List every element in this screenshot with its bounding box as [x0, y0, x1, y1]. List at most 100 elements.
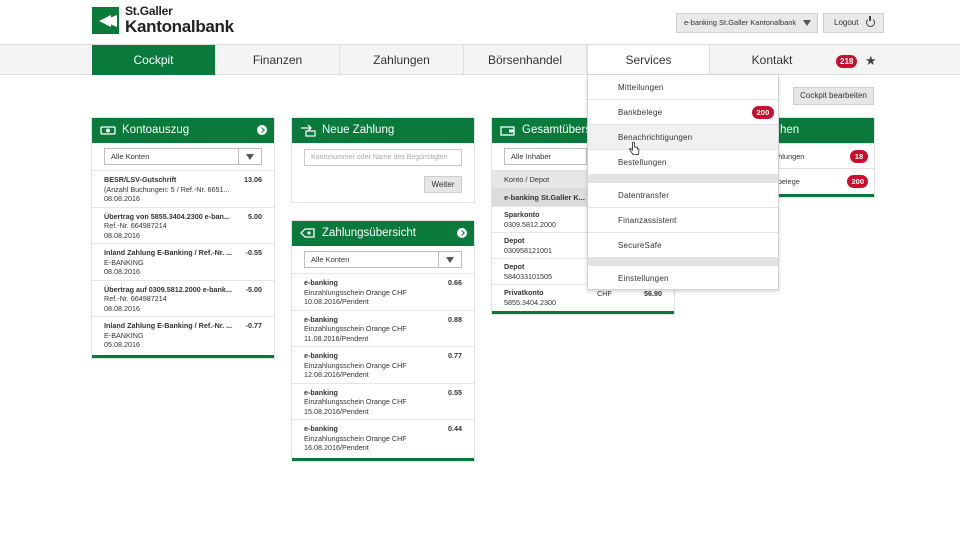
money-icon [100, 126, 116, 135]
nav-kontakt[interactable]: Kontakt [710, 45, 834, 75]
payment-title: e-banking [304, 387, 338, 397]
chevron-down-icon [246, 154, 254, 160]
chevron-down-icon [446, 257, 454, 263]
menu-item-finanzassistent[interactable]: Finanzassistent [588, 208, 778, 233]
bank-logo[interactable]: St.Galler Kantonalbank [92, 5, 234, 35]
payment-title: e-banking [304, 314, 338, 324]
menu-item-label: Einstellungen [618, 274, 669, 283]
kontoauszug-panel: Kontoauszug Alle Konten BESR/LSV-Gutschr… [92, 118, 274, 358]
weiter-button[interactable]: Weiter [424, 176, 462, 193]
messages-badge[interactable]: 218 [836, 55, 858, 68]
payment-detail: Einzahlungsschein Orange CHF [304, 287, 407, 297]
transaction-title: Übertrag auf 0309.5812.2000 e-bank... [104, 284, 232, 294]
menu-divider [588, 175, 778, 183]
brand-line2: Kantonalbank [125, 17, 234, 36]
hand-cursor-icon [629, 142, 640, 155]
transaction-detail: (Anzahl Buchungen: 5 / Ref.-Nr. 6651... [104, 184, 230, 194]
menu-item-label: Datentransfer [618, 191, 670, 200]
payment-date: 12.08.2016/Pendent [304, 370, 369, 379]
payment-row[interactable]: e-banking 0.66 Einzahlungsschein Orange … [292, 273, 474, 310]
nav-finanzen[interactable]: Finanzen [216, 45, 340, 75]
wallet-icon [500, 126, 515, 136]
payment-amount: 0.88 [448, 314, 462, 324]
menu-item-label: Bankbelege [618, 108, 663, 117]
zahlung-filter-select[interactable]: Alle Konten [304, 251, 462, 268]
transaction-amount: -0.77 [245, 321, 262, 330]
payment-date: 16.08.2016/Pendent [304, 443, 369, 452]
payment-detail: Einzahlungsschein Orange CHF [304, 433, 407, 443]
power-icon [866, 16, 875, 27]
logo-mark-icon [92, 6, 119, 34]
menu-item-benachrichtigungen[interactable]: Benachrichtigungen [588, 125, 778, 150]
transaction-row[interactable]: Inland Zahlung E-Banking / Ref.-Nr. ... … [92, 316, 274, 353]
menu-item-datentransfer[interactable]: Datentransfer [588, 183, 778, 208]
transaction-title: Inland Zahlung E-Banking / Ref.-Nr. ... [104, 321, 232, 330]
zahlungsuebersicht-header[interactable]: Zahlungsübersicht [292, 221, 474, 246]
menu-item-einstellungen[interactable]: Einstellungen [588, 266, 778, 291]
transaction-title: Übertrag von 5855.3404.2300 e-ban... [104, 211, 230, 221]
account-number: 5855.3404.2300 [504, 297, 556, 307]
star-icon[interactable]: ★ [865, 53, 877, 69]
count-badge: 18 [850, 150, 868, 163]
payment-row[interactable]: e-banking 0.77 Einzahlungsschein Orange … [292, 346, 474, 383]
neue-zahlung-title: Neue Zahlung [322, 124, 395, 136]
chevron-right-icon[interactable] [457, 228, 467, 238]
transaction-row[interactable]: BESR/LSV-Gutschrift 13.06 (Anzahl Buchun… [92, 170, 274, 207]
zahlung-filter-value: Alle Konten [311, 255, 350, 264]
nav-zahlungen[interactable]: Zahlungen [340, 45, 464, 75]
main-nav: Cockpit Finanzen Zahlungen Börsenhandel … [0, 44, 960, 76]
kontoauszug-title: Kontoauszug [122, 124, 190, 136]
nav-boersenhandel[interactable]: Börsenhandel [464, 45, 587, 75]
konto-filter-value: Alle Konten [111, 152, 150, 161]
neue-zahlung-header[interactable]: Neue Zahlung [292, 118, 474, 143]
transaction-date: 08.08.2016 [104, 303, 140, 313]
transaction-detail: E-BANKING [104, 330, 144, 340]
account-select[interactable]: e-banking St.Galler Kantonalbank [676, 13, 818, 33]
transaction-row[interactable]: Übertrag von 5855.3404.2300 e-ban... 5.0… [92, 206, 274, 244]
edit-cockpit-button[interactable]: Cockpit bearbeiten [793, 87, 874, 105]
menu-item-bankbelege[interactable]: Bankbelege 200 [588, 100, 778, 125]
transaction-date: 08.08.2016 [104, 194, 140, 203]
count-badge: 200 [752, 106, 774, 119]
chevron-right-icon[interactable] [257, 125, 267, 135]
beguenstigter-input[interactable]: Kontonummer oder Name des Begünstigten [304, 149, 462, 166]
nav-services[interactable]: Services [587, 45, 710, 76]
transaction-row[interactable]: Inland Zahlung E-Banking / Ref.-Nr. ... … [92, 243, 274, 280]
neue-zahlung-panel: Neue Zahlung Kontonummer oder Name des B… [292, 118, 474, 202]
payment-row[interactable]: e-banking 0.55 Einzahlungsschein Orange … [292, 382, 474, 420]
zahlungsuebersicht-title: Zahlungsübersicht [322, 227, 416, 239]
payment-amount: 0.44 [448, 424, 462, 433]
menu-item-label: Mitteilungen [618, 83, 664, 92]
transaction-amount: 5.00 [248, 211, 262, 221]
payment-icon [301, 124, 316, 137]
transaction-date: 08.08.2016 [104, 267, 140, 276]
payment-date: 15.08.2016/Pendent [304, 406, 369, 416]
kontoauszug-header[interactable]: Kontoauszug [92, 118, 274, 143]
count-badge: 200 [847, 175, 868, 188]
payment-overview-icon [300, 228, 315, 238]
nav-cockpit[interactable]: Cockpit [92, 45, 216, 75]
menu-item-mitteilungen[interactable]: Mitteilungen [588, 75, 778, 100]
transaction-date: 08.08.2016 [104, 230, 140, 240]
payment-amount: 0.77 [448, 351, 462, 360]
transaction-detail: E-BANKING [104, 257, 144, 267]
menu-item-label: Bestellungen [618, 158, 667, 167]
payment-title: e-banking [304, 278, 338, 287]
gesamtuebersicht-title: Gesamtübers [522, 124, 592, 136]
services-dropdown-menu: Mitteilungen Bankbelege 200 Benachrichti… [587, 74, 779, 290]
menu-divider [588, 258, 778, 266]
header: St.Galler Kantonalbank e-banking St.Gall… [0, 0, 960, 44]
menu-item-bestellungen[interactable]: Bestellungen [588, 150, 778, 175]
logout-label: Logout [834, 18, 859, 27]
logout-button[interactable]: Logout [823, 13, 884, 33]
payment-row[interactable]: e-banking 0.88 Einzahlungsschein Orange … [292, 309, 474, 347]
payment-date: 10.08.2016/Pendent [304, 297, 369, 306]
konto-filter-select[interactable]: Alle Konten [104, 148, 262, 165]
inhaber-filter-select[interactable]: Alle Inhaber [504, 148, 587, 165]
payment-row[interactable]: e-banking 0.44 Einzahlungsschein Orange … [292, 419, 474, 456]
transaction-title: BESR/LSV-Gutschrift [104, 175, 177, 184]
transaction-row[interactable]: Übertrag auf 0309.5812.2000 e-bank... -5… [92, 279, 274, 317]
transaction-date: 05.08.2016 [104, 340, 140, 349]
payment-date: 11.08.2016/Pendent [304, 333, 369, 343]
menu-item-securesafe[interactable]: SecureSafe [588, 233, 778, 258]
